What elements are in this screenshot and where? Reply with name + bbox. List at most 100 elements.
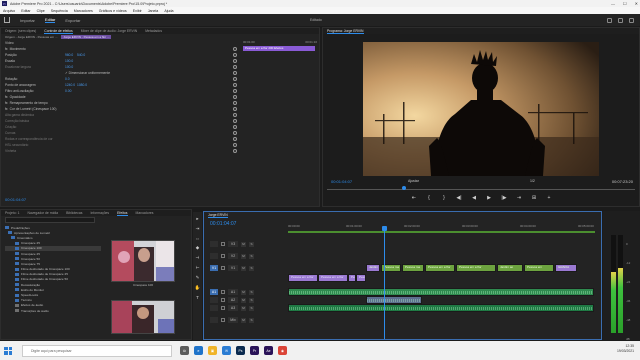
reset-icon[interactable]	[233, 71, 237, 75]
property-value[interactable]: 960.0	[65, 53, 77, 57]
tab-metadata[interactable]: Metadados	[145, 29, 162, 33]
ec-timecode[interactable]: 00:01:04:07	[5, 197, 26, 202]
pen-tool-icon[interactable]: ✎	[196, 275, 200, 281]
sequence-chip[interactable]: Jorge ERVIN - Pessoa em a flor ...	[61, 35, 112, 39]
property-value[interactable]: ✓ Dimensionar uniformemente	[65, 71, 145, 75]
reset-icon[interactable]	[233, 77, 237, 81]
tab-effect-controls[interactable]: Controle de efeitos	[44, 29, 73, 34]
solo-icon[interactable]: S	[249, 241, 254, 247]
track-header[interactable]: V1 V1 M S	[210, 264, 286, 272]
tab-libraries[interactable]: Bibliotecas	[66, 211, 82, 215]
tab-media-browser[interactable]: Navegador de mídia	[28, 211, 59, 215]
mute-icon[interactable]: M	[241, 265, 246, 271]
taskbar-app-icon[interactable]: ▣	[208, 346, 217, 355]
solo-icon[interactable]: S	[249, 253, 254, 259]
track-header[interactable]: A1 A1 M S	[210, 288, 286, 296]
tab-info[interactable]: Informações	[90, 211, 109, 215]
source-patch[interactable]	[210, 253, 218, 259]
source-patch[interactable]: V1	[210, 265, 218, 271]
tab-edit[interactable]: Editar	[44, 17, 56, 23]
audio-clip-a3[interactable]	[288, 304, 594, 312]
tab-import[interactable]: Importar	[20, 18, 35, 23]
video-clip-v2[interactable]: GRAFIA	[555, 264, 577, 272]
tab-audio-mixer[interactable]: Mixer de clipe de áudio: Jorge ERVIN	[81, 29, 137, 33]
taskbar-app-icon[interactable]: Ps	[236, 346, 245, 355]
solo-icon[interactable]: S	[249, 305, 254, 311]
taskbar-app-icon[interactable]: ◉	[278, 346, 287, 355]
effects-search-input[interactable]	[5, 217, 95, 223]
source-patch[interactable]	[210, 241, 218, 247]
export-frame-icon[interactable]: ⊞	[531, 195, 537, 201]
menu-clip[interactable]: Clipe	[37, 9, 45, 13]
workspaces-icon[interactable]	[607, 17, 612, 23]
razor-tool-icon[interactable]: ◆	[196, 245, 199, 251]
taskbar-app-icon[interactable]: e	[194, 346, 203, 355]
reset-icon[interactable]	[233, 131, 237, 135]
button-editor-icon[interactable]: +	[546, 195, 552, 201]
timeline-playhead[interactable]	[382, 226, 387, 339]
tab-effects[interactable]: Efeitos	[117, 211, 128, 216]
track-header[interactable]: V2 M S	[210, 252, 286, 260]
menu-view[interactable]: Exibir	[133, 9, 142, 13]
property-value[interactable]: 100.0	[65, 59, 77, 63]
menu-help[interactable]: Ajuda	[164, 9, 173, 13]
lock-icon[interactable]	[221, 290, 225, 294]
slip-tool-icon[interactable]: ⊣	[196, 255, 200, 261]
menu-markers[interactable]: Marcadores	[74, 9, 93, 13]
menu-sequence[interactable]: Sequência	[51, 9, 68, 13]
tab-sequence[interactable]: Jorge ERVIN	[208, 213, 228, 218]
audio-clip-a1[interactable]	[288, 288, 594, 296]
reset-icon[interactable]	[233, 47, 237, 51]
track-header[interactable]: A3 M S	[210, 304, 286, 312]
tab-program[interactable]: Programa: Jorge ERVIN	[327, 29, 364, 34]
menu-edit[interactable]: Editar	[21, 9, 30, 13]
reset-icon[interactable]	[233, 95, 237, 99]
menu-file[interactable]: Arquivo	[3, 9, 15, 13]
mute-icon[interactable]: M	[241, 289, 246, 295]
fx-toggle-icon[interactable]: fx	[5, 95, 8, 99]
go-to-in-icon[interactable]: ◀|	[456, 195, 462, 201]
reset-icon[interactable]	[233, 65, 237, 69]
property-value-2[interactable]: 1080.0	[77, 83, 89, 87]
maximize-icon[interactable]: ☐	[623, 1, 627, 6]
work-area-bar[interactable]	[288, 231, 595, 233]
mute-icon[interactable]: M	[241, 305, 246, 311]
lock-icon[interactable]	[221, 254, 225, 258]
tab-markers[interactable]: Marcadores	[136, 211, 154, 215]
reset-icon[interactable]	[233, 137, 237, 141]
program-timecode[interactable]: 00:01:04:07	[331, 179, 352, 184]
solo-icon[interactable]: S	[249, 297, 254, 303]
minimize-icon[interactable]: —	[611, 1, 615, 6]
video-clip-v1[interactable]: Pessoa em a flor	[318, 274, 348, 282]
video-clip-v2[interactable]: Pessoa ma	[402, 264, 424, 272]
ripple-edit-tool-icon[interactable]: ⇔	[195, 236, 200, 241]
video-clip-v2[interactable]: Pessoa em a flor	[456, 264, 496, 272]
lock-icon[interactable]	[221, 306, 225, 310]
start-icon[interactable]	[4, 346, 12, 355]
reset-icon[interactable]	[233, 119, 237, 123]
program-playhead[interactable]	[402, 186, 406, 190]
fx-toggle-icon[interactable]: fx	[5, 47, 8, 51]
selection-tool-icon[interactable]: ▸	[196, 216, 198, 222]
step-back-icon[interactable]: ◀	[471, 195, 477, 201]
fx-toggle-icon[interactable]: fx	[5, 101, 8, 105]
reset-icon[interactable]	[233, 53, 237, 57]
lock-icon[interactable]	[221, 242, 225, 246]
mute-icon[interactable]: M	[241, 317, 246, 323]
solo-icon[interactable]: S	[249, 265, 254, 271]
effects-tree-item[interactable]: Transições de áudio	[5, 308, 101, 313]
reset-icon[interactable]	[233, 107, 237, 111]
video-clip-v1[interactable]: Pessoa	[348, 274, 356, 282]
type-tool-icon[interactable]: T	[196, 295, 199, 300]
solo-icon[interactable]: S	[249, 289, 254, 295]
tab-source[interactable]: Origem: (sem clipes)	[5, 29, 36, 33]
tab-export[interactable]: Exportar	[65, 18, 80, 23]
property-value[interactable]: 100.0	[65, 65, 77, 69]
source-patch[interactable]	[210, 317, 218, 323]
solo-icon[interactable]: S	[249, 317, 254, 323]
reset-icon[interactable]	[233, 89, 237, 93]
taskbar-app-icon[interactable]: Ae	[264, 346, 273, 355]
reset-icon[interactable]	[233, 59, 237, 63]
taskbar-app-icon[interactable]: Pr	[250, 346, 259, 355]
track-header[interactable]: V3 M S	[210, 240, 286, 248]
